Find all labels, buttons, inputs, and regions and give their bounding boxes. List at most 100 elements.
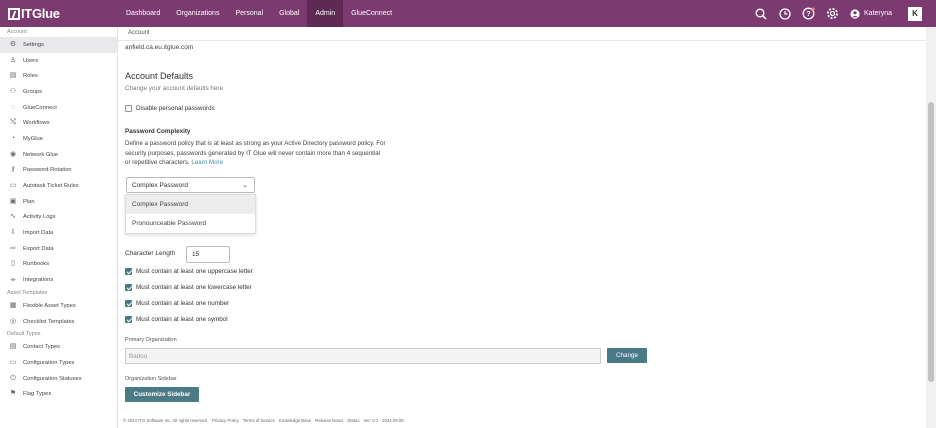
character-length-input[interactable]: 15 (186, 246, 230, 263)
sidebar-item-configuration-statuses[interactable]: ⏻ Configuration Statuses (0, 371, 117, 387)
dropdown-option-pronounceable-password[interactable]: Pronounceable Password (126, 214, 255, 233)
sidebar-item-autotask-ticket-rules[interactable]: ▭ Autotask Ticket Rules (0, 178, 117, 194)
power-icon: ⏻ (10, 374, 16, 382)
rule-checkbox[interactable] (125, 300, 132, 307)
rule-checkbox[interactable] (125, 268, 132, 275)
logo-text: ITGlue (21, 6, 60, 21)
nav-admin[interactable]: Admin (307, 0, 344, 27)
sidebar-item-groups[interactable]: ⚇ Groups (0, 84, 117, 100)
main-nav: Dashboard Organizations Personal Global Admi… (118, 0, 400, 27)
user-avatar-icon (850, 8, 860, 19)
sidebar-item-label: Activity Logs (23, 214, 56, 221)
sidebar-item-label: Runbooks (23, 261, 50, 268)
top-right-tools: ? Kateryna K (754, 0, 922, 27)
footer-link-release-notes[interactable]: Release Notes (315, 418, 343, 423)
sidebar-item-export-data[interactable]: ⇨ Export Data (0, 241, 117, 257)
eye-icon: ◉ (9, 150, 17, 158)
sidebar-item-label: Integrations (23, 277, 54, 284)
page-footer: © 2024 ITG Software Inc. All rights rese… (123, 418, 408, 423)
account-defaults-title: Account Defaults (125, 71, 194, 81)
footer-link-status[interactable]: Status (347, 418, 359, 423)
sidebar-item-plan[interactable]: ▣ Plan (0, 194, 117, 210)
logo-mark-icon (8, 7, 20, 20)
user-badge[interactable]: K (908, 6, 922, 21)
nav-dashboard[interactable]: Dashboard (118, 0, 168, 27)
import-icon: ⇩ (10, 229, 16, 237)
sidebar-item-runbooks[interactable]: ▯ Runbooks (0, 257, 117, 273)
help-icon[interactable]: ? (802, 7, 816, 21)
sidebar-item-integrations[interactable]: ⌯ Integrations (0, 272, 117, 288)
sidebar-item-label: Settings (23, 41, 44, 48)
integrations-icon: ⌯ (10, 276, 16, 284)
sidebar-item-label: Roles (23, 73, 38, 80)
disable-personal-passwords-row[interactable]: Disable personal passwords (125, 105, 215, 112)
footer-version: Ver: 0.1 - 2024.09.08 (363, 418, 404, 423)
sidebar-item-checklist-templates[interactable]: ◎ Checklist Templates (0, 314, 117, 330)
chevron-down-icon: ⌄ (242, 182, 248, 189)
sidebar-item-flexible-asset-types[interactable]: ▦ Flexible Asset Types (0, 298, 117, 314)
sidebar-item-label: MyGlue (23, 135, 43, 142)
settings-gear-icon[interactable] (826, 7, 840, 21)
roles-icon: ▤ (9, 72, 17, 80)
learn-more-link[interactable]: Learn More (191, 159, 223, 166)
sidebar-item-settings[interactable]: ⚙ Settings (0, 37, 117, 53)
sidebar-item-import-data[interactable]: ⇩ Import Data (0, 225, 117, 241)
disable-personal-passwords-label: Disable personal passwords (136, 105, 215, 112)
rule-checkbox[interactable] (125, 284, 132, 291)
breadcrumb: Account (118, 27, 936, 41)
nav-organizations[interactable]: Organizations (168, 0, 227, 27)
footer-link-terms-of-service[interactable]: Terms of Service (243, 418, 275, 423)
footer-link-knowledge-base[interactable]: Knowledge Base (279, 418, 311, 423)
password-complexity-title: Password Complexity (125, 128, 191, 135)
sidebar-item-configuration-types[interactable]: ▭ Configuration Types (0, 355, 117, 371)
sidebar-item-network-glue[interactable]: ◉ Network Glue (0, 147, 117, 163)
rule-row[interactable]: Must contain at least one uppercase lett… (125, 268, 253, 275)
sidebar-item-myglue[interactable]: ◔ MyGlue (0, 131, 117, 147)
nav-global[interactable]: Global (271, 0, 307, 27)
primary-organization-input: Badoo (125, 348, 601, 364)
sidebar-item-label: Network Glue (23, 151, 59, 158)
nav-personal[interactable]: Personal (227, 0, 271, 27)
user-menu[interactable]: Kateryna (850, 8, 892, 19)
search-icon[interactable] (754, 7, 768, 21)
sidebar-item-label: Export Data (23, 245, 54, 252)
clock-icon[interactable] (778, 7, 792, 21)
gear-icon: ⚙ (9, 40, 17, 48)
sidebar-item-password-rotation[interactable]: ⚷ Password Rotation (0, 163, 117, 179)
change-button[interactable]: Change (607, 348, 647, 363)
rule-checkbox[interactable] (125, 316, 132, 323)
rule-row[interactable]: Must contain at least one symbol (125, 316, 228, 323)
rule-row[interactable]: Must contain at least one number (125, 300, 229, 307)
sidebar-item-users[interactable]: ♙ Users (0, 53, 117, 69)
itglue-logo[interactable]: ITGlue (8, 6, 118, 21)
footer-link-privacy-policy[interactable]: Privacy Policy (212, 418, 239, 423)
sidebar-item-label: Plan (23, 198, 35, 205)
sidebar-item-label: Autotask Ticket Rules (23, 183, 79, 190)
page-scrollbar-thumb[interactable] (928, 102, 934, 382)
user-name: Kateryna (863, 10, 892, 17)
sidebar-item-label: Groups (23, 88, 43, 95)
page-scrollbar-track[interactable] (926, 27, 936, 428)
customize-sidebar-button[interactable]: Customize Sidebar (125, 387, 199, 402)
sidebar-item-activity-logs[interactable]: ∿ Activity Logs (0, 210, 117, 226)
sidebar-item-contact-types[interactable]: ▤ Contact Types (0, 339, 117, 355)
dropdown-option-complex-password[interactable]: Complex Password (126, 195, 255, 214)
activity-icon: ∿ (10, 213, 16, 221)
nav-glueconnect[interactable]: GlueConnect (343, 0, 400, 27)
breadcrumb-account[interactable]: Account (128, 30, 150, 36)
sidebar-item-workflows[interactable]: ⤭ Workflows (0, 115, 117, 131)
myglue-icon: ◔ (10, 134, 16, 142)
sidebar-item-flag-types[interactable]: ⚑ Flag Types (0, 386, 117, 402)
account-domain: anfield.ca.eu.itglue.com (125, 44, 194, 51)
ticket-icon: ▭ (9, 182, 17, 190)
sidebar-item-label: Workflows (23, 120, 50, 127)
password-complexity-select[interactable]: Complex Password ⌄ (126, 177, 255, 193)
sidebar-item-roles[interactable]: ▤ Roles (0, 68, 117, 84)
complexity-dropdown-menu: Complex Password Pronounceable Password (125, 194, 256, 234)
sidebar-item-label: Flag Types (23, 391, 52, 398)
rule-row[interactable]: Must contain at least one lowercase lett… (125, 284, 252, 291)
disable-personal-passwords-checkbox[interactable] (125, 105, 132, 112)
sidebar-item-glueconnect[interactable]: ◌ GlueConnect (0, 100, 117, 116)
groups-icon: ⚇ (9, 87, 17, 95)
complexity-description-text: Define a password policy that is at leas… (125, 140, 386, 166)
